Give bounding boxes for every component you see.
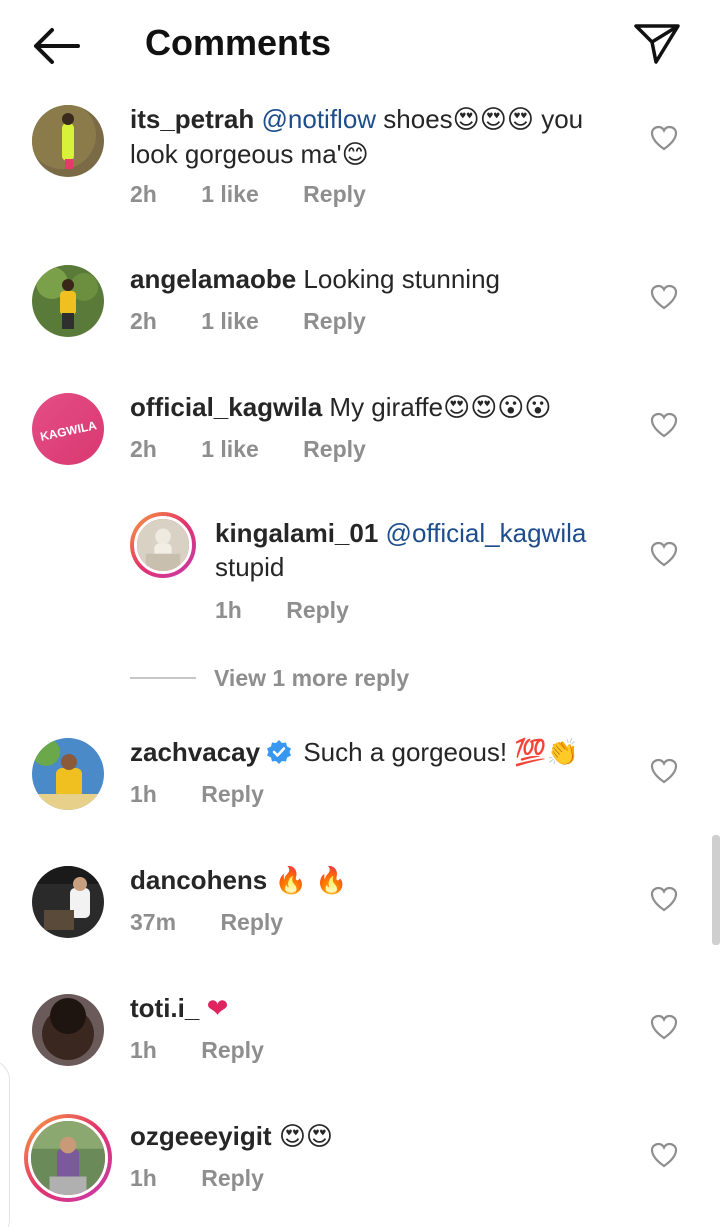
avatar-story-ring[interactable] (24, 1114, 112, 1202)
comment-text: toti.i_ ❤ (130, 993, 229, 1024)
reply-button[interactable]: Reply (220, 909, 283, 935)
timestamp: 1h (130, 1165, 157, 1191)
reply-button[interactable]: Reply (201, 1165, 264, 1191)
heart-icon[interactable] (650, 1142, 678, 1168)
reply-button[interactable]: Reply (201, 1037, 264, 1063)
avatar[interactable] (32, 994, 104, 1066)
like-count[interactable]: 1 like (201, 181, 259, 207)
username[interactable]: official_kagwila (130, 392, 322, 422)
comment-text: kingalami_01 @official_kagwila stupid (215, 518, 587, 582)
timestamp: 1h (130, 1037, 157, 1063)
avatar-story-ring[interactable] (130, 512, 196, 578)
timestamp: 2h (130, 436, 157, 462)
reply-button[interactable]: Reply (286, 597, 349, 623)
comment-meta: 1h Reply (130, 781, 302, 808)
verified-badge-icon (267, 740, 292, 764)
like-count[interactable]: 1 like (201, 436, 259, 462)
paper-plane-icon[interactable] (630, 18, 684, 68)
username[interactable]: angelamaobe (130, 264, 296, 294)
heart-icon[interactable] (650, 412, 678, 438)
timestamp: 2h (130, 181, 157, 207)
view-more-label: View 1 more reply (214, 665, 410, 691)
avatar[interactable] (32, 738, 104, 810)
view-more-replies[interactable]: View 1 more reply (130, 665, 430, 695)
comment-text: angelamaobe Looking stunning (130, 264, 500, 294)
avatar[interactable] (32, 105, 104, 177)
comment-meta: 2h 1 like Reply (130, 308, 404, 335)
scrollbar[interactable] (712, 835, 720, 945)
comment-meta: 1h Reply (130, 1165, 302, 1192)
heart-icon[interactable] (650, 125, 678, 151)
comment-meta: 2h 1 like Reply (130, 436, 404, 463)
avatar[interactable] (32, 265, 104, 337)
username[interactable]: toti.i_ (130, 993, 199, 1023)
comment-text: official_kagwila My giraffe😍😍😮😮 (130, 392, 552, 423)
heart-icon[interactable] (650, 541, 678, 567)
reply-button[interactable]: Reply (201, 781, 264, 807)
username[interactable]: zachvacay (130, 737, 260, 767)
timestamp: 1h (130, 781, 157, 807)
edge-sheet-handle (0, 1060, 10, 1227)
username[interactable]: ozgeeeyigit (130, 1121, 272, 1151)
username[interactable]: dancohens (130, 865, 267, 895)
heart-icon[interactable] (650, 886, 678, 912)
timestamp: 37m (130, 909, 177, 935)
reply-button[interactable]: Reply (303, 308, 366, 334)
username[interactable]: kingalami_01 (215, 518, 378, 548)
heart-icon[interactable] (650, 1014, 678, 1040)
comment-meta: 2h 1 like Reply (130, 181, 404, 208)
heart-icon[interactable] (650, 284, 678, 310)
reply-button[interactable]: Reply (303, 436, 366, 462)
heart-icon[interactable] (650, 758, 678, 784)
comment-meta: 37m Reply (130, 909, 321, 936)
like-count[interactable]: 1 like (201, 308, 259, 334)
comment-meta: 1h Reply (215, 597, 387, 624)
mention-link[interactable]: @official_kagwila (386, 518, 587, 548)
avatar (134, 516, 192, 574)
comment-text: its_petrah @notiflow shoes😍😍😍 you look g… (130, 104, 584, 170)
comment-text: dancohens 🔥 🔥 (130, 865, 348, 896)
arrow-left-icon[interactable] (28, 22, 84, 70)
avatar (28, 1118, 108, 1198)
divider (130, 677, 196, 679)
comment-meta: 1h Reply (130, 1037, 302, 1064)
timestamp: 1h (215, 597, 242, 623)
timestamp: 2h (130, 308, 157, 334)
username[interactable]: its_petrah (130, 104, 254, 134)
header: Comments (0, 0, 720, 90)
comment-text: ozgeeeyigit 😍😍 (130, 1121, 334, 1152)
reply-button[interactable]: Reply (303, 181, 366, 207)
mention-link[interactable]: @notiflow (262, 104, 377, 134)
comment-text: zachvacay Such a gorgeous! 💯👏 (130, 737, 580, 768)
avatar[interactable] (32, 866, 104, 938)
avatar[interactable]: KAGWILA (32, 393, 104, 465)
page-title: Comments (145, 22, 332, 63)
